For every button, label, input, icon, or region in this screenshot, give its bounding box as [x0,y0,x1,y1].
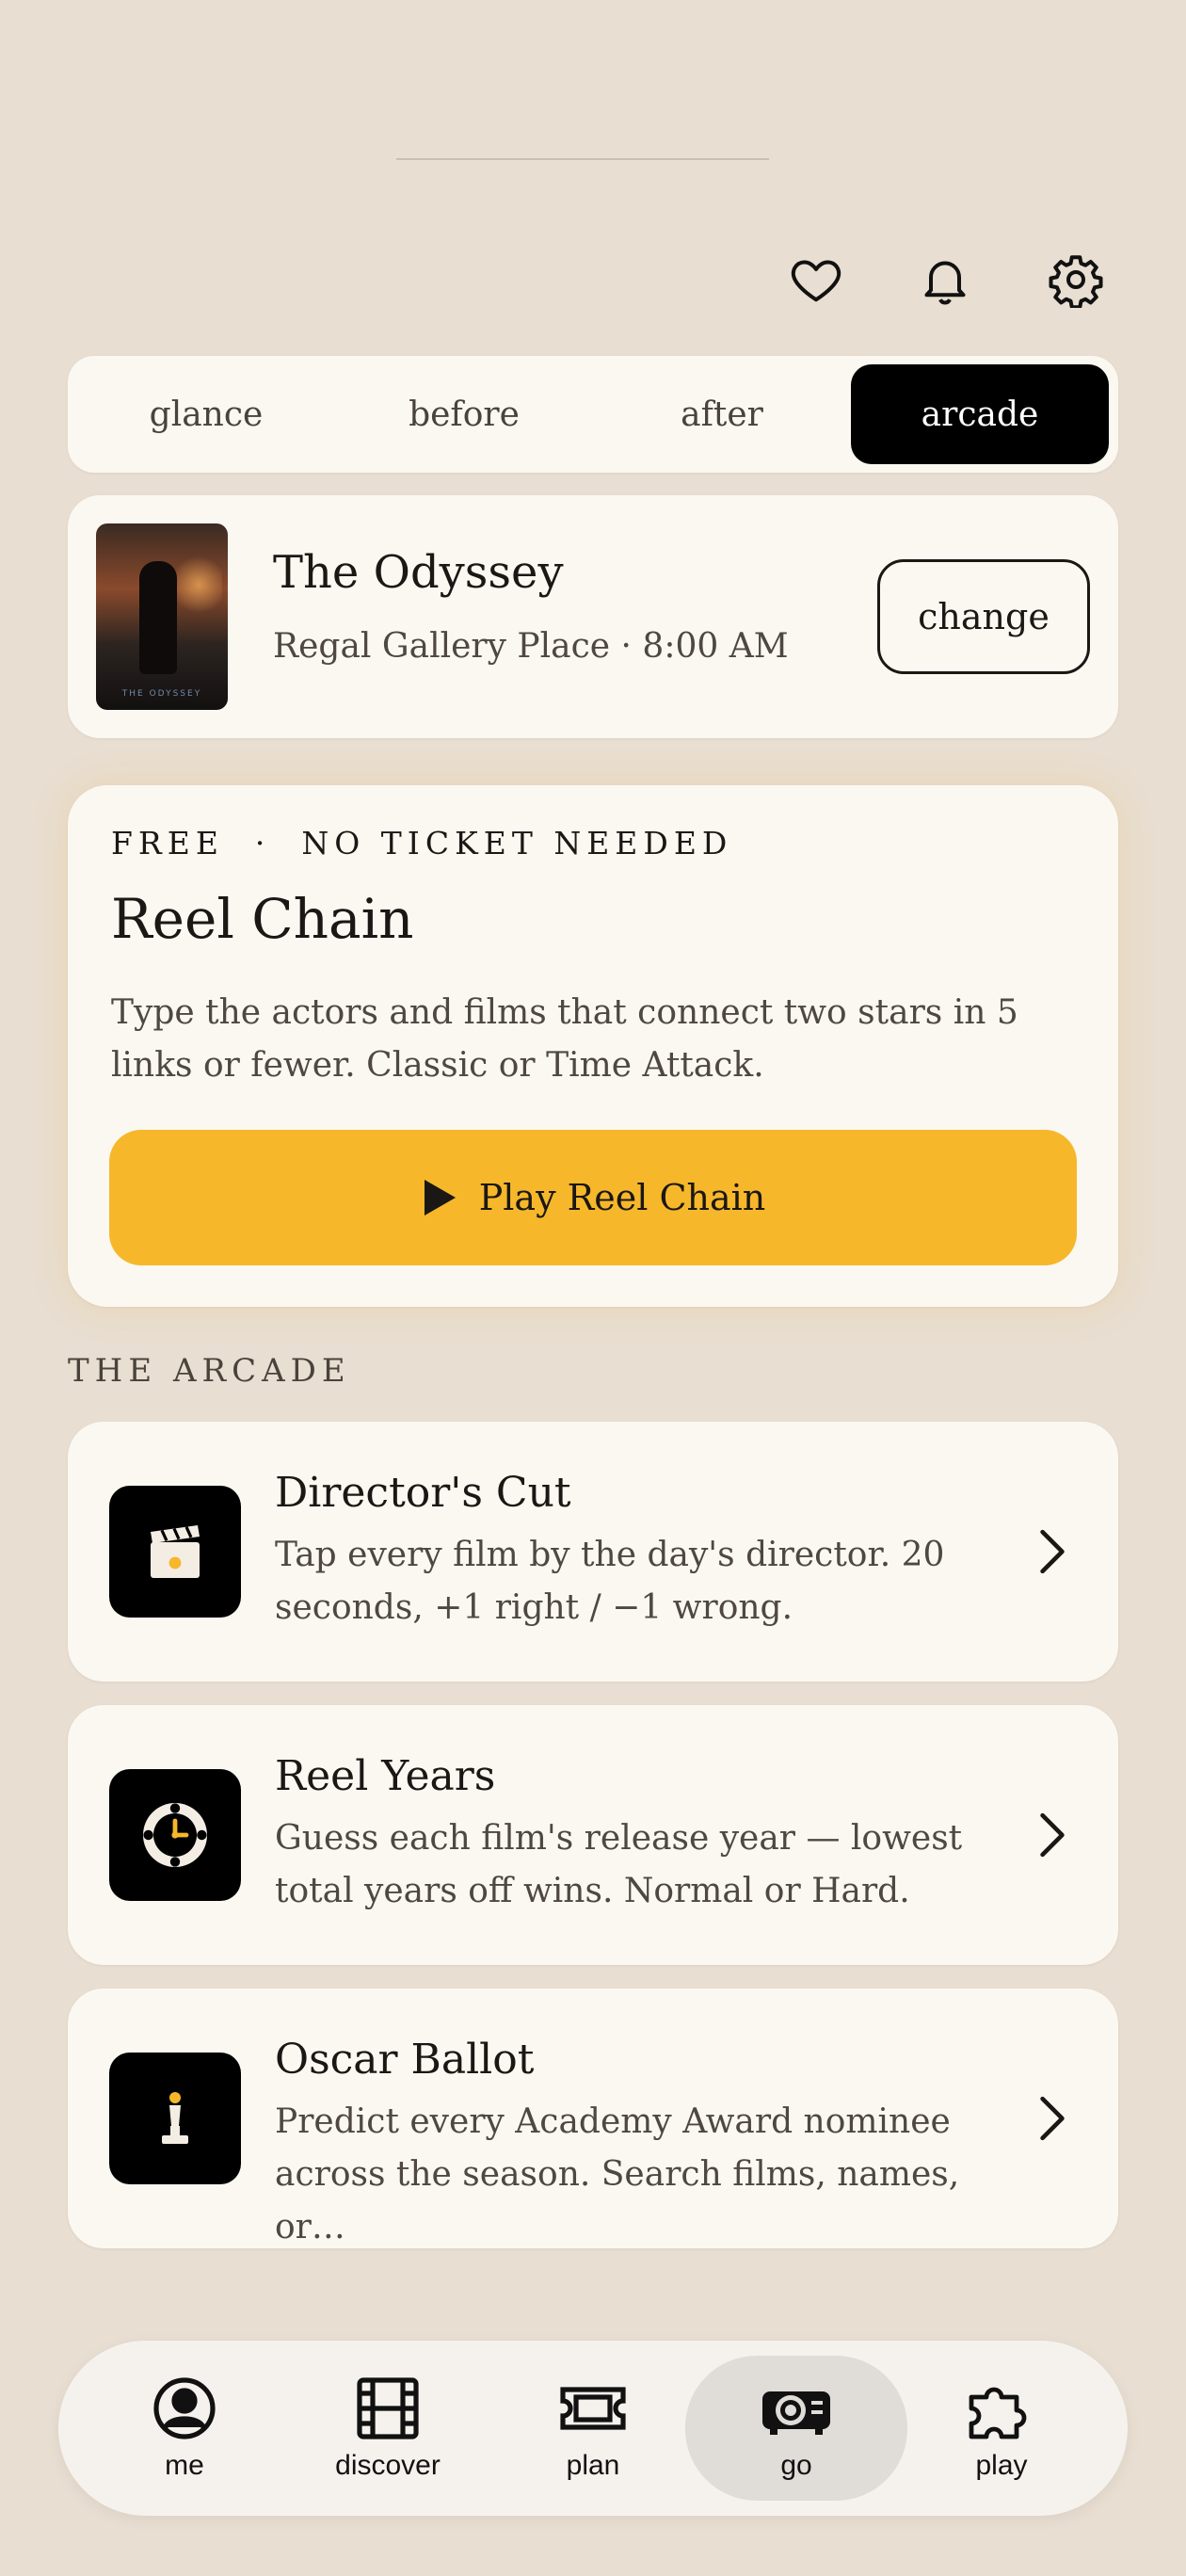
ticket-icon [560,2387,626,2430]
segment-tabs: glance before after arcade [68,356,1118,473]
game-description: Predict every Academy Award nominee acro… [275,2102,960,2246]
gear-icon[interactable] [1043,247,1109,313]
poster-title: THE ODYSSEY [121,689,202,699]
chevron-right-icon [1024,2090,1081,2147]
play-icon [424,1180,456,1216]
play-reel-chain-button[interactable]: Play Reel Chain [109,1130,1077,1265]
nav-label: discover [335,2450,441,2481]
nav-item-plan[interactable]: plan [482,2356,704,2501]
movie-title: The Odyssey [273,546,564,599]
featured-game-card: FREE · NO TICKET NEEDED Reel Chain Type … [68,785,1118,1307]
film-reel-clock-icon [109,1769,241,1901]
nav-item-discover[interactable]: discover [277,2356,499,2501]
tab-before[interactable]: before [335,364,593,464]
poster-figure [139,561,177,674]
header-icons [0,247,1186,313]
tab-glance[interactable]: glance [77,364,335,464]
play-button-label: Play Reel Chain [478,1177,766,1218]
game-card-oscar-ballot[interactable]: Oscar Ballot Predict every Academy Award… [68,1988,1118,2248]
game-description: Tap every film by the day's director. 20… [275,1536,945,1627]
game-description: Guess each film's release year — lowest … [275,1819,963,1910]
movie-showtime: Regal Gallery Place · 8:00 AM [273,627,789,666]
heart-icon[interactable] [783,247,849,313]
game-title: Oscar Ballot [275,2036,535,2084]
poster-glow [175,552,222,618]
nav-label: play [975,2450,1028,2481]
bottom-nav: me discover plan go play [58,2341,1128,2516]
chevron-right-icon [1024,1807,1081,1863]
nav-item-play[interactable]: play [890,2356,1113,2501]
selected-movie-card: THE ODYSSEY The Odyssey Regal Gallery Pl… [68,495,1118,738]
person-icon [153,2377,216,2439]
change-button[interactable]: change [877,559,1090,674]
movie-poster: THE ODYSSEY [96,523,228,710]
nav-label: plan [566,2450,620,2481]
game-title: Reel Years [275,1752,496,1800]
tab-arcade[interactable]: arcade [851,364,1109,464]
nav-item-go[interactable]: go [685,2356,907,2501]
nav-label: go [780,2450,812,2481]
nav-label: me [165,2450,204,2481]
game-card-directors-cut[interactable]: Director's Cut Tap every film by the day… [68,1422,1118,1682]
top-handle [396,158,769,160]
nav-item-me[interactable]: me [73,2356,296,2501]
oscar-statuette-icon [109,2053,241,2184]
projector-icon [762,2391,830,2435]
clapperboard-icon [109,1486,241,1618]
section-label-arcade: THE ARCADE [68,1352,351,1390]
feature-eyebrow: FREE · NO TICKET NEEDED [111,825,733,861]
feature-description: Type the actors and films that connect t… [111,993,1018,1085]
feature-title: Reel Chain [111,887,414,951]
film-strip-icon [357,2377,419,2439]
bell-icon[interactable] [912,247,978,313]
page: glance before after arcade THE ODYSSEY T… [0,0,1186,2576]
game-card-reel-years[interactable]: Reel Years Guess each film's release yea… [68,1705,1118,1965]
chevron-right-icon [1024,1523,1081,1580]
puzzle-icon [969,2387,1027,2439]
tab-after[interactable]: after [593,364,851,464]
game-title: Director's Cut [275,1469,571,1517]
